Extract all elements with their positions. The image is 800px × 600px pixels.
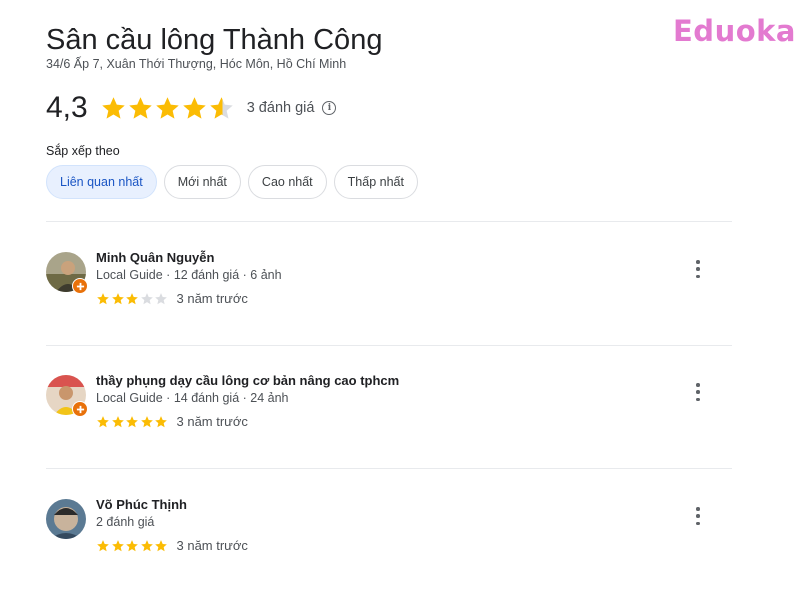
star-icon bbox=[126, 292, 138, 304]
reviewer-name[interactable]: Minh Quân Nguyễn bbox=[96, 250, 214, 265]
star-icon bbox=[128, 96, 152, 119]
star-icon bbox=[111, 539, 124, 551]
review-count[interactable]: 3 đánh giá bbox=[247, 100, 315, 116]
place-address: 34/6 Ấp 7, Xuân Thới Thượng, Hóc Môn, Hồ… bbox=[46, 57, 347, 71]
star-icon bbox=[155, 96, 179, 119]
star-icon bbox=[126, 415, 138, 427]
reviewer-meta: Local Guide · 12 đánh giá · 6 ảnh bbox=[96, 268, 282, 282]
review-item: Minh Quân Nguyễn Local Guide · 12 đánh g… bbox=[46, 250, 732, 322]
more-options-icon[interactable] bbox=[692, 507, 704, 525]
star-icon bbox=[182, 96, 206, 119]
avatar[interactable] bbox=[46, 499, 86, 539]
divider bbox=[46, 345, 732, 346]
divider bbox=[46, 468, 732, 469]
star-icon bbox=[155, 292, 167, 304]
sort-options: Liên quan nhất Mới nhất Cao nhất Thấp nh… bbox=[46, 165, 425, 199]
place-title: Sân cầu lông Thành Công bbox=[46, 24, 383, 56]
reviewer-name[interactable]: Võ Phúc Thịnh bbox=[96, 497, 187, 512]
star-icon bbox=[155, 539, 167, 551]
local-guide-badge-icon bbox=[72, 401, 88, 417]
star-icon bbox=[155, 415, 167, 427]
sort-chip-newest[interactable]: Mới nhất bbox=[163, 165, 241, 199]
rating-summary: 4,3 3 đánh giá i bbox=[46, 88, 337, 128]
sort-chip-relevant[interactable]: Liên quan nhất bbox=[46, 165, 157, 199]
review-rating: 3 năm trước bbox=[96, 538, 248, 553]
reviewer-meta: 2 đánh giá bbox=[96, 515, 155, 529]
star-icon bbox=[140, 292, 153, 304]
sort-chip-highest[interactable]: Cao nhất bbox=[247, 165, 327, 199]
review-time: 3 năm trước bbox=[176, 291, 248, 306]
star-icon bbox=[111, 415, 124, 427]
reviewer-meta: Local Guide · 14 đánh giá · 24 ảnh bbox=[96, 391, 289, 405]
review-item: Võ Phúc Thịnh 2 đánh giá 3 năm trước bbox=[46, 497, 732, 569]
star-icon bbox=[97, 415, 109, 427]
review-time: 3 năm trước bbox=[176, 414, 248, 429]
review-stars bbox=[96, 415, 169, 429]
review-stars bbox=[96, 292, 169, 306]
review-stars bbox=[96, 539, 169, 553]
star-icon bbox=[111, 292, 124, 304]
star-icon bbox=[97, 539, 109, 551]
reviewer-name[interactable]: thầy phụng dạy cầu lông cơ bản nâng cao … bbox=[96, 373, 399, 388]
star-icon bbox=[140, 539, 153, 551]
star-icon bbox=[97, 292, 109, 304]
sort-chip-lowest[interactable]: Thấp nhất bbox=[333, 165, 418, 199]
rating-stars bbox=[100, 95, 235, 122]
star-icon bbox=[209, 96, 233, 119]
more-options-icon[interactable] bbox=[692, 383, 704, 401]
eduoka-logo: Eduoka bbox=[673, 14, 796, 48]
divider bbox=[46, 221, 732, 222]
star-icon bbox=[126, 539, 138, 551]
star-icon bbox=[140, 415, 153, 427]
review-rating: 3 năm trước bbox=[96, 414, 248, 429]
info-icon[interactable]: i bbox=[322, 101, 337, 115]
review-rating: 3 năm trước bbox=[96, 291, 248, 306]
sort-label: Sắp xếp theo bbox=[46, 144, 120, 158]
review-time: 3 năm trước bbox=[176, 538, 248, 553]
more-options-icon[interactable] bbox=[692, 260, 704, 278]
star-icon bbox=[101, 96, 125, 119]
review-item: thầy phụng dạy cầu lông cơ bản nâng cao … bbox=[46, 373, 732, 445]
rating-number: 4,3 bbox=[46, 91, 88, 124]
local-guide-badge-icon bbox=[72, 278, 88, 294]
